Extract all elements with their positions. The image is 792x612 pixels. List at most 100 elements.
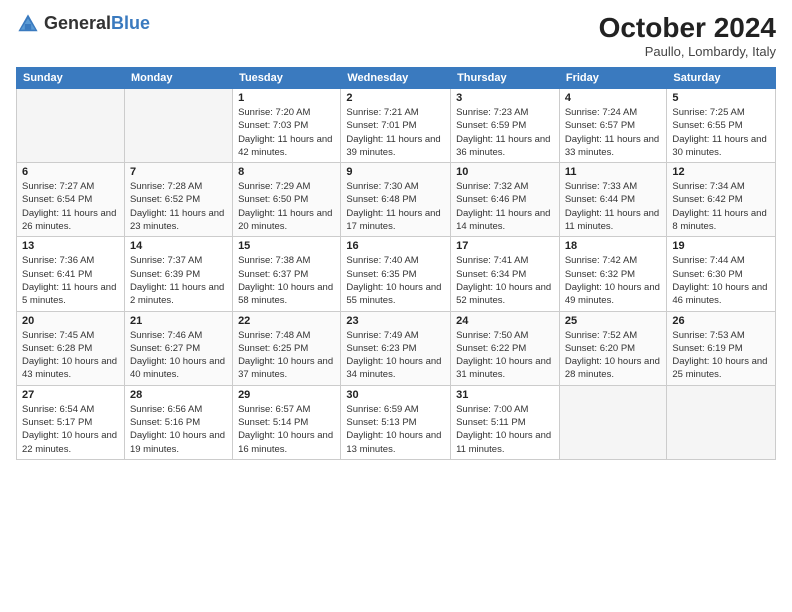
table-row: 26 Sunrise: 7:53 AM Sunset: 6:19 PM Dayli… [667, 311, 776, 385]
day-info: Sunrise: 6:57 AM Sunset: 5:14 PM Dayligh… [238, 403, 335, 456]
calendar-week-row: 13 Sunrise: 7:36 AM Sunset: 6:41 PM Dayli… [17, 237, 776, 311]
day-number: 10 [456, 166, 554, 178]
table-row: 17 Sunrise: 7:41 AM Sunset: 6:34 PM Dayli… [451, 237, 560, 311]
day-info: Sunrise: 7:20 AM Sunset: 7:03 PM Dayligh… [238, 106, 335, 159]
day-info: Sunrise: 7:44 AM Sunset: 6:30 PM Dayligh… [672, 254, 770, 307]
logo-blue-text: Blue [111, 13, 150, 33]
logo: GeneralBlue [16, 12, 150, 36]
day-info: Sunrise: 7:50 AM Sunset: 6:22 PM Dayligh… [456, 329, 554, 382]
calendar-header-row: Sunday Monday Tuesday Wednesday Thursday… [17, 68, 776, 89]
table-row: 1 Sunrise: 7:20 AM Sunset: 7:03 PM Daylig… [233, 89, 341, 163]
table-row: 5Sunrise: 7:25 AM Sunset: 6:55 PM Daylig… [667, 89, 776, 163]
day-number: 23 [346, 315, 445, 327]
location: Paullo, Lombardy, Italy [599, 44, 776, 59]
table-row: 27 Sunrise: 6:54 AM Sunset: 5:17 PM Dayli… [17, 385, 125, 459]
day-info: Sunrise: 7:23 AM Sunset: 6:59 PM Dayligh… [456, 106, 554, 159]
day-number: 3 [456, 92, 554, 104]
col-thursday: Thursday [451, 68, 560, 89]
day-number: 21 [130, 315, 227, 327]
day-info: Sunrise: 7:52 AM Sunset: 6:20 PM Dayligh… [565, 329, 662, 382]
day-info: Sunrise: 7:42 AM Sunset: 6:32 PM Dayligh… [565, 254, 662, 307]
calendar-table: Sunday Monday Tuesday Wednesday Thursday… [16, 67, 776, 460]
day-number: 13 [22, 240, 119, 252]
table-row: 11 Sunrise: 7:33 AM Sunset: 6:44 PM Dayli… [559, 163, 667, 237]
day-info: Sunrise: 7:41 AM Sunset: 6:34 PM Dayligh… [456, 254, 554, 307]
day-number: 17 [456, 240, 554, 252]
calendar-week-row: 6 Sunrise: 7:27 AM Sunset: 6:54 PM Daylig… [17, 163, 776, 237]
day-number: 11 [565, 166, 662, 178]
day-info: Sunrise: 6:54 AM Sunset: 5:17 PM Dayligh… [22, 403, 119, 456]
day-number: 27 [22, 389, 119, 401]
month-title: October 2024 [599, 12, 776, 44]
table-row: 10 Sunrise: 7:32 AM Sunset: 6:46 PM Dayli… [451, 163, 560, 237]
table-row: 18 Sunrise: 7:42 AM Sunset: 6:32 PM Dayli… [559, 237, 667, 311]
table-row [667, 385, 776, 459]
col-tuesday: Tuesday [233, 68, 341, 89]
day-info: Sunrise: 7:38 AM Sunset: 6:37 PM Dayligh… [238, 254, 335, 307]
day-info: Sunrise: 7:28 AM Sunset: 6:52 PM Dayligh… [130, 180, 227, 233]
table-row: 8Sunrise: 7:29 AM Sunset: 6:50 PM Daylig… [233, 163, 341, 237]
day-info: Sunrise: 7:46 AM Sunset: 6:27 PM Dayligh… [130, 329, 227, 382]
logo-general-text: General [44, 13, 111, 33]
table-row [124, 89, 232, 163]
day-info: Sunrise: 7:27 AM Sunset: 6:54 PM Dayligh… [22, 180, 119, 233]
day-number: 18 [565, 240, 662, 252]
day-number: 28 [130, 389, 227, 401]
day-number: 14 [130, 240, 227, 252]
day-number: 24 [456, 315, 554, 327]
table-row: 3 Sunrise: 7:23 AM Sunset: 6:59 PM Daylig… [451, 89, 560, 163]
day-number: 20 [22, 315, 119, 327]
day-number: 9 [346, 166, 445, 178]
day-number: 15 [238, 240, 335, 252]
day-number: 30 [346, 389, 445, 401]
day-number: 4 [565, 92, 662, 104]
day-number: 29 [238, 389, 335, 401]
day-info: Sunrise: 7:49 AM Sunset: 6:23 PM Dayligh… [346, 329, 445, 382]
day-info: Sunrise: 7:30 AM Sunset: 6:48 PM Dayligh… [346, 180, 445, 233]
calendar-week-row: 1 Sunrise: 7:20 AM Sunset: 7:03 PM Daylig… [17, 89, 776, 163]
day-info: Sunrise: 7:24 AM Sunset: 6:57 PM Dayligh… [565, 106, 662, 159]
table-row: 6 Sunrise: 7:27 AM Sunset: 6:54 PM Daylig… [17, 163, 125, 237]
table-row: 9 Sunrise: 7:30 AM Sunset: 6:48 PM Daylig… [341, 163, 451, 237]
day-number: 25 [565, 315, 662, 327]
day-info: Sunrise: 7:53 AM Sunset: 6:19 PM Dayligh… [672, 329, 770, 382]
day-info: Sunrise: 7:34 AM Sunset: 6:42 PM Dayligh… [672, 180, 770, 233]
table-row: 23 Sunrise: 7:49 AM Sunset: 6:23 PM Dayli… [341, 311, 451, 385]
title-block: October 2024 Paullo, Lombardy, Italy [599, 12, 776, 59]
table-row: 30Sunrise: 6:59 AM Sunset: 5:13 PM Dayli… [341, 385, 451, 459]
header: GeneralBlue October 2024 Paullo, Lombard… [16, 12, 776, 59]
table-row: 2Sunrise: 7:21 AM Sunset: 7:01 PM Daylig… [341, 89, 451, 163]
day-info: Sunrise: 7:36 AM Sunset: 6:41 PM Dayligh… [22, 254, 119, 307]
table-row: 28 Sunrise: 6:56 AM Sunset: 5:16 PM Dayli… [124, 385, 232, 459]
day-number: 5 [672, 92, 770, 104]
table-row: 13 Sunrise: 7:36 AM Sunset: 6:41 PM Dayli… [17, 237, 125, 311]
day-number: 16 [346, 240, 445, 252]
day-number: 12 [672, 166, 770, 178]
day-info: Sunrise: 7:21 AM Sunset: 7:01 PM Dayligh… [346, 106, 445, 159]
day-info: Sunrise: 6:56 AM Sunset: 5:16 PM Dayligh… [130, 403, 227, 456]
col-monday: Monday [124, 68, 232, 89]
table-row: 31Sunrise: 7:00 AM Sunset: 5:11 PM Dayli… [451, 385, 560, 459]
day-info: Sunrise: 7:37 AM Sunset: 6:39 PM Dayligh… [130, 254, 227, 307]
col-sunday: Sunday [17, 68, 125, 89]
table-row: 22Sunrise: 7:48 AM Sunset: 6:25 PM Dayli… [233, 311, 341, 385]
table-row: 19Sunrise: 7:44 AM Sunset: 6:30 PM Dayli… [667, 237, 776, 311]
table-row: 7Sunrise: 7:28 AM Sunset: 6:52 PM Daylig… [124, 163, 232, 237]
day-info: Sunrise: 7:33 AM Sunset: 6:44 PM Dayligh… [565, 180, 662, 233]
table-row: 21 Sunrise: 7:46 AM Sunset: 6:27 PM Dayli… [124, 311, 232, 385]
day-info: Sunrise: 7:29 AM Sunset: 6:50 PM Dayligh… [238, 180, 335, 233]
logo-icon [16, 12, 40, 36]
col-wednesday: Wednesday [341, 68, 451, 89]
table-row: 29 Sunrise: 6:57 AM Sunset: 5:14 PM Dayli… [233, 385, 341, 459]
day-info: Sunrise: 7:45 AM Sunset: 6:28 PM Dayligh… [22, 329, 119, 382]
day-number: 31 [456, 389, 554, 401]
day-info: Sunrise: 7:40 AM Sunset: 6:35 PM Dayligh… [346, 254, 445, 307]
table-row [17, 89, 125, 163]
day-number: 26 [672, 315, 770, 327]
day-number: 1 [238, 92, 335, 104]
page: GeneralBlue October 2024 Paullo, Lombard… [0, 0, 792, 612]
col-friday: Friday [559, 68, 667, 89]
day-number: 6 [22, 166, 119, 178]
table-row: 16 Sunrise: 7:40 AM Sunset: 6:35 PM Dayli… [341, 237, 451, 311]
day-info: Sunrise: 7:32 AM Sunset: 6:46 PM Dayligh… [456, 180, 554, 233]
